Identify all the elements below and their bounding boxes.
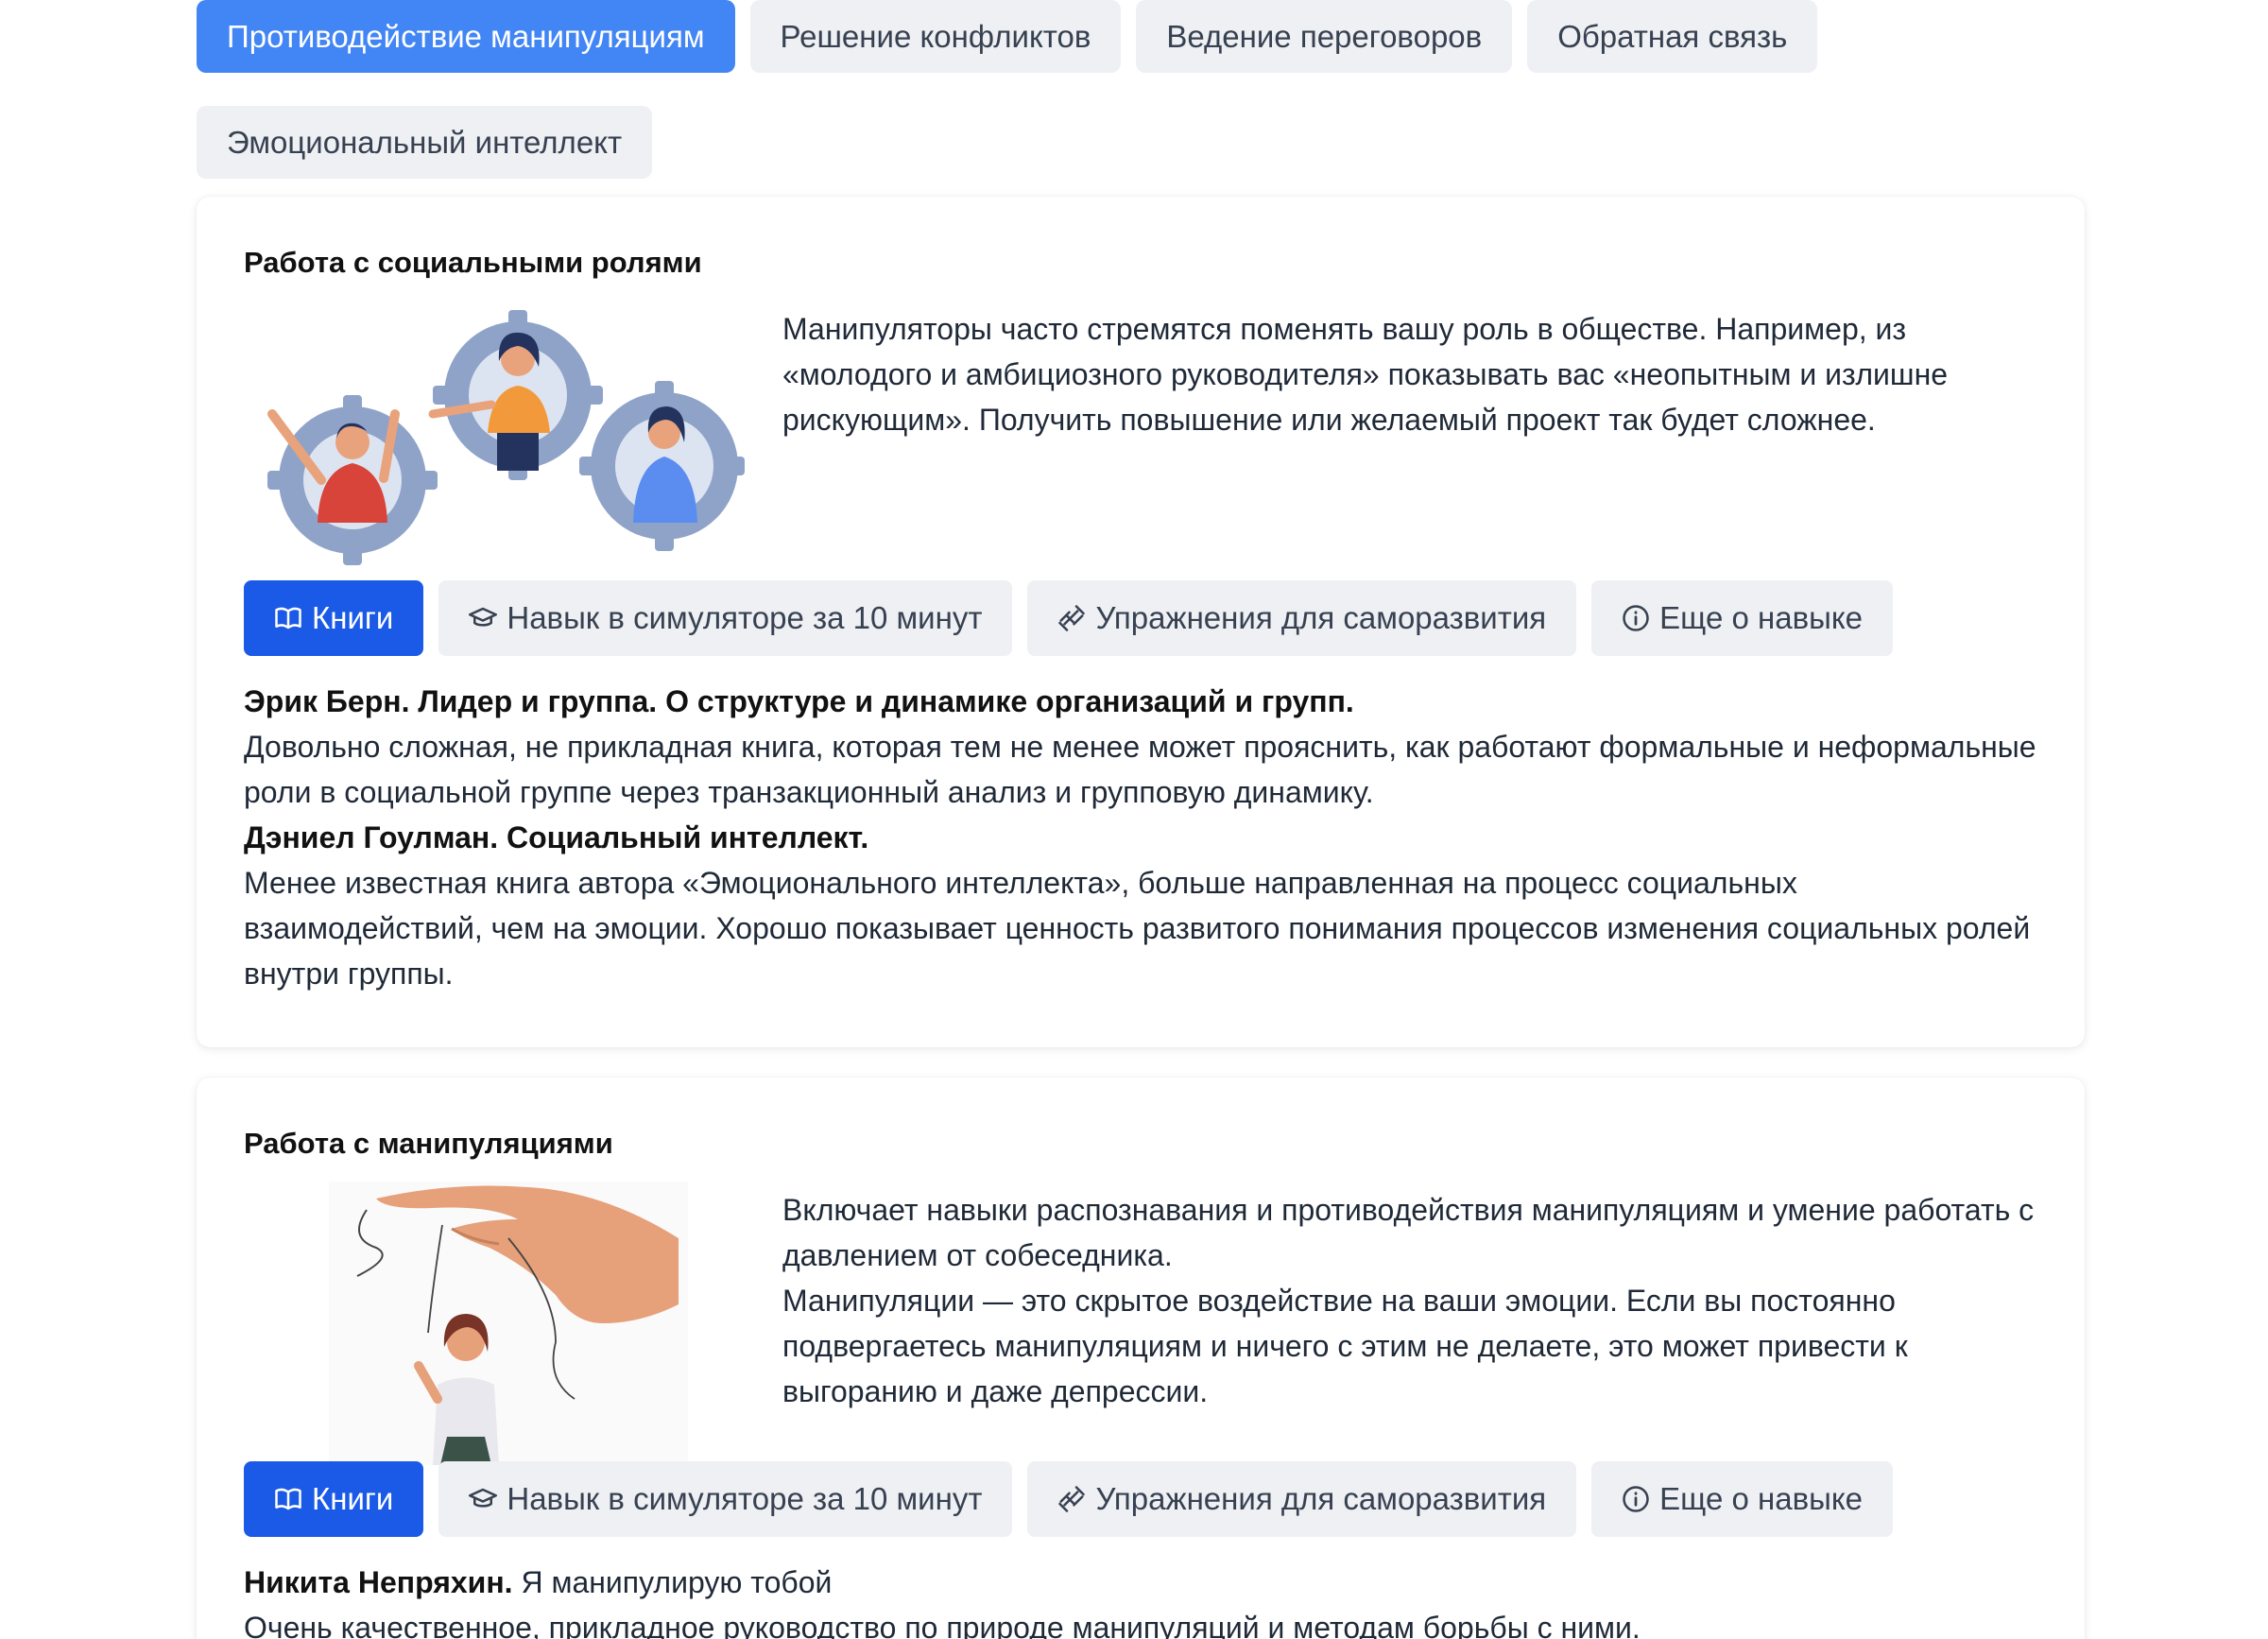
books-list: Никита Непряхин. Я манипулирую тобой Оче… bbox=[244, 1560, 2039, 1639]
book-title: Эрик Берн. Лидер и группа. О структуре и… bbox=[244, 684, 1354, 718]
book-description: Очень качественное, прикладное руководст… bbox=[244, 1611, 1641, 1639]
book-description: Довольно сложная, не прикладная книга, к… bbox=[244, 730, 2036, 809]
graduation-cap-icon bbox=[469, 607, 498, 627]
card-actions: Книги Навык в симуляторе за 10 минут Упр… bbox=[244, 580, 1893, 656]
info-icon bbox=[1623, 605, 1649, 631]
page-content: Противодействие манипуляциям Решение кон… bbox=[197, 0, 2085, 1639]
puppet-hand-illustration bbox=[329, 1182, 688, 1465]
card-title: Работа с манипуляциями bbox=[244, 1127, 613, 1160]
card-description: Манипуляторы часто стремятся поменять ва… bbox=[782, 312, 1949, 437]
books-button[interactable]: Книги bbox=[244, 580, 424, 656]
info-icon bbox=[1623, 1486, 1649, 1512]
simulator-button[interactable]: Навык в симуляторе за 10 минут bbox=[438, 1461, 1013, 1537]
gears-people-illustration bbox=[267, 310, 745, 565]
book-icon bbox=[275, 607, 301, 630]
tab-conflicts[interactable]: Решение конфликтов bbox=[749, 0, 1122, 73]
dumbbell-icon bbox=[1058, 605, 1086, 631]
more-info-button[interactable]: Еще о навыке bbox=[1591, 1461, 1893, 1537]
card-description: Включает навыки распознавания и противод… bbox=[782, 1193, 2035, 1408]
book-description: Менее известная книга автора «Эмоциональ… bbox=[244, 866, 2031, 991]
tab-feedback[interactable]: Обратная связь bbox=[1527, 0, 1818, 73]
dumbbell-icon bbox=[1058, 1486, 1086, 1512]
category-tabs: Противодействие манипуляциям Решение кон… bbox=[197, 0, 2085, 179]
books-list: Эрик Берн. Лидер и группа. О структуре и… bbox=[244, 679, 2039, 996]
book-icon bbox=[275, 1488, 301, 1510]
tab-negotiations[interactable]: Ведение переговоров bbox=[1136, 0, 1513, 73]
card-actions: Книги Навык в симуляторе за 10 минут Упр… bbox=[244, 1461, 1893, 1537]
card-title: Работа с социальными ролями bbox=[244, 246, 702, 279]
graduation-cap-icon bbox=[469, 1488, 498, 1508]
book-entry: Никита Непряхин. Я манипулирую тобой bbox=[244, 1560, 2039, 1605]
book-title: Никита Непряхин. bbox=[244, 1565, 513, 1599]
skill-card-manipulations: Работа с манипуляциями Включает навыки р… bbox=[197, 1078, 2085, 1639]
tab-emotional-intelligence[interactable]: Эмоциональный интеллект bbox=[197, 106, 653, 179]
skill-card-social-roles: Работа с социальными ролями Манипуляторы… bbox=[197, 197, 2085, 1047]
book-title: Дэниел Гоулман. Социальный интеллект. bbox=[244, 820, 869, 854]
book-subtitle: Я манипулирую тобой bbox=[512, 1565, 833, 1599]
tab-manipulation[interactable]: Противодействие манипуляциям bbox=[197, 0, 735, 73]
exercises-button[interactable]: Упражнения для саморазвития bbox=[1027, 1461, 1577, 1537]
exercises-button[interactable]: Упражнения для саморазвития bbox=[1027, 580, 1577, 656]
simulator-button[interactable]: Навык в симуляторе за 10 минут bbox=[438, 580, 1013, 656]
books-button[interactable]: Книги bbox=[244, 1461, 424, 1537]
more-info-button[interactable]: Еще о навыке bbox=[1591, 580, 1893, 656]
